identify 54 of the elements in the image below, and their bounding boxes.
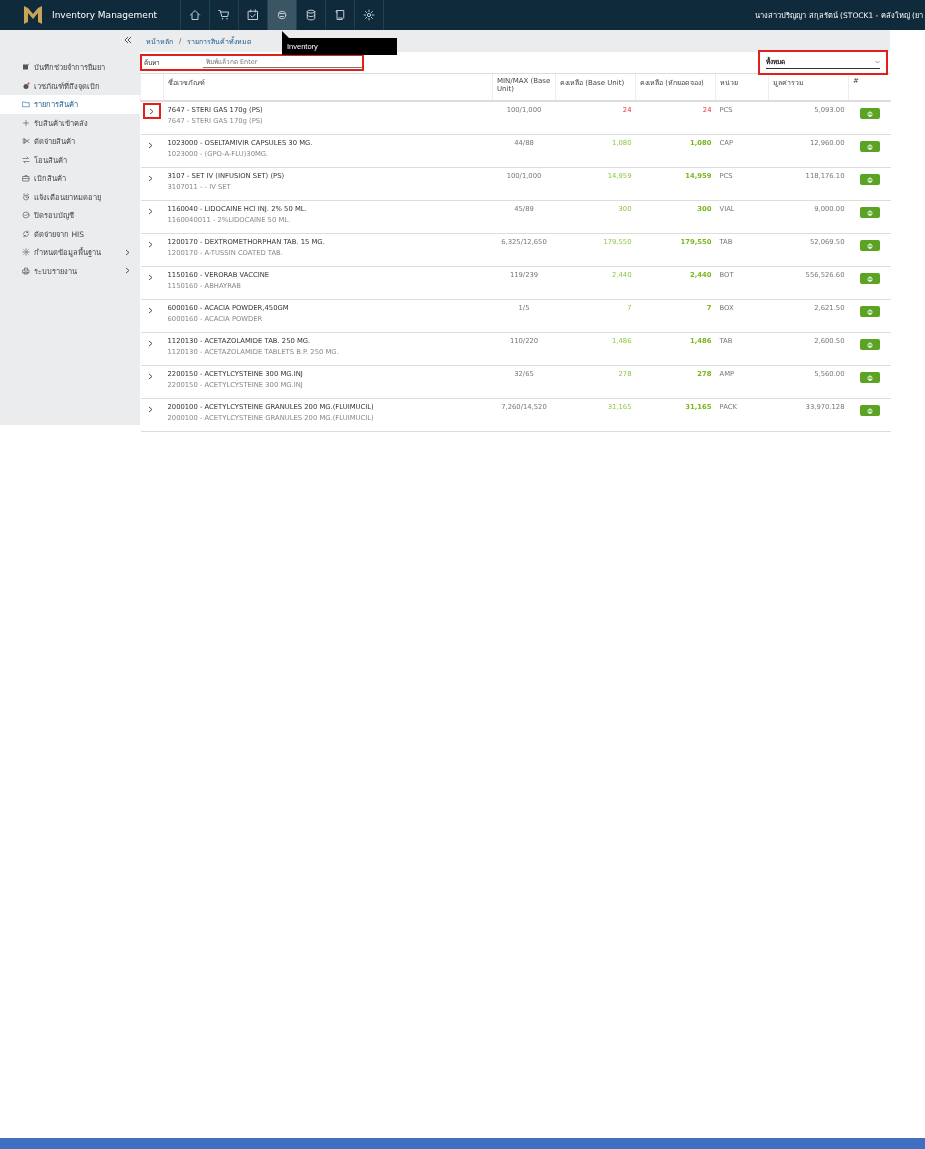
sync-icon [22, 229, 30, 238]
print-button[interactable] [859, 306, 880, 317]
scissors-icon [22, 137, 30, 146]
folder-icon [22, 100, 30, 109]
print-button[interactable] [859, 240, 880, 251]
print-button[interactable] [859, 405, 880, 416]
print-button[interactable] [859, 108, 880, 119]
chevron-icon [148, 306, 153, 314]
check-circle-icon [22, 211, 30, 220]
chevron-icon [148, 405, 153, 413]
calendar-check-icon [247, 9, 259, 21]
toolbox-icon [22, 174, 30, 183]
printer-icon [866, 176, 873, 183]
printer-icon [866, 341, 873, 348]
chevron-icon [148, 240, 153, 248]
print-button[interactable] [859, 207, 880, 218]
database-icon [305, 9, 317, 21]
printer-icon [866, 110, 873, 117]
printer-icon [866, 308, 873, 315]
note-icon [22, 63, 30, 72]
alarm-clock-icon [22, 192, 30, 201]
expand-button[interactable] [142, 103, 161, 119]
app-title: Inventory Management [52, 10, 159, 20]
chevron-icon [148, 141, 153, 149]
settings-icon [363, 9, 375, 21]
print-button[interactable] [859, 273, 880, 284]
printer-icon [866, 407, 873, 414]
chevron-icon [148, 372, 153, 380]
cart-icon [218, 9, 230, 21]
print-button[interactable] [859, 339, 880, 350]
caret-icon [875, 60, 880, 64]
logo-icon [22, 4, 44, 26]
chevron-icon [148, 339, 153, 347]
printer-icon [866, 374, 873, 381]
chevron-icon [148, 174, 153, 182]
print-button[interactable] [859, 372, 880, 383]
printer-icon [866, 209, 873, 216]
printer-icon [866, 143, 873, 150]
printer-icon [866, 275, 873, 282]
collapse-button[interactable] [124, 36, 132, 46]
settings-icon [22, 248, 30, 257]
print-button[interactable] [859, 141, 880, 152]
print-button[interactable] [859, 174, 880, 185]
alarm-icon [22, 81, 30, 90]
plus-icon [22, 118, 30, 127]
printer-icon [22, 266, 30, 275]
swap-icon [22, 155, 30, 164]
chevron-icon [149, 107, 154, 115]
document-icon [334, 9, 346, 21]
chevron-icon [148, 207, 153, 215]
chevron-icon [148, 273, 153, 281]
double-chevron-icon [124, 36, 132, 44]
printer-icon [866, 242, 873, 249]
home-icon [189, 9, 201, 21]
